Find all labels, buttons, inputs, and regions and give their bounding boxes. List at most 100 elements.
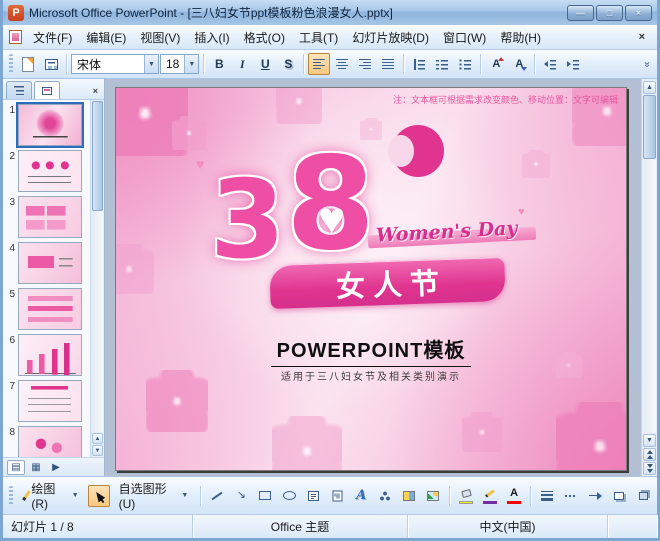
align-right-button[interactable]	[354, 53, 376, 75]
wordart-button[interactable]: A	[350, 485, 372, 507]
bullets-button[interactable]	[454, 53, 476, 75]
scroll-up-button[interactable]: ▲	[643, 81, 656, 94]
line-tool-button[interactable]	[206, 485, 228, 507]
fill-color-button[interactable]	[455, 485, 477, 507]
slide-layout-button[interactable]	[40, 53, 62, 75]
clipart-button[interactable]	[398, 485, 420, 507]
numbering-button[interactable]	[431, 53, 453, 75]
menu-view[interactable]: 视图(V)	[133, 26, 187, 49]
slide-thumbnail-1[interactable]: 1	[5, 102, 89, 148]
grow-font-button[interactable]: A	[485, 53, 507, 75]
slide-thumbnail-image[interactable]	[18, 334, 82, 376]
slide-thumbnail-image[interactable]	[18, 150, 82, 192]
slide-thumbnail-2[interactable]: 2	[5, 150, 89, 192]
slide-thumbnail-4[interactable]: 4	[5, 242, 89, 284]
underline-button[interactable]: U	[254, 53, 276, 75]
slide-thumbnail-image[interactable]	[18, 380, 82, 422]
menu-file[interactable]: 文件(F)	[26, 26, 79, 49]
autoshapes-menu-button[interactable]: 自选图形(U) ▼	[112, 477, 196, 514]
arrow-style-button[interactable]	[584, 485, 606, 507]
slide-thumbnail-image[interactable]	[16, 102, 84, 148]
oval-tool-button[interactable]	[278, 485, 300, 507]
new-slide-button[interactable]	[17, 53, 39, 75]
normal-view-button[interactable]: ▤	[7, 459, 25, 475]
maximize-button[interactable]: □	[596, 4, 623, 21]
dash-style-button[interactable]	[560, 485, 582, 507]
slide-title-textbox[interactable]: POWERPOINT模板	[116, 334, 626, 367]
title-bar[interactable]: P Microsoft Office PowerPoint - [三八妇女节pp…	[3, 0, 657, 25]
menu-format[interactable]: 格式(O)	[237, 26, 292, 49]
panel-scrollbar[interactable]: ▲ ▼	[90, 100, 104, 457]
close-document-icon[interactable]: ×	[631, 29, 653, 45]
slide-sorter-button[interactable]: ▦	[27, 460, 45, 475]
scroll-up-button[interactable]: ▲	[92, 433, 103, 444]
vertical-textbox-button[interactable]	[326, 485, 348, 507]
slide-note-textbox[interactable]: 注：文本框可根据需求改变颜色、移动位置：文字可编辑	[393, 93, 618, 106]
line-style-button[interactable]	[536, 485, 558, 507]
slide-thumbnail-image[interactable]	[18, 242, 82, 284]
minimize-button[interactable]: —	[567, 4, 594, 21]
increase-indent-button[interactable]	[562, 53, 584, 75]
slide-thumbnail-5[interactable]: 5	[5, 288, 89, 330]
menu-tools[interactable]: 工具(T)	[292, 26, 345, 49]
align-left-button[interactable]	[308, 53, 331, 75]
slide-thumbnail-7[interactable]: 7	[5, 380, 89, 422]
3d-style-button[interactable]	[632, 485, 654, 507]
align-center-button[interactable]	[331, 53, 353, 75]
toolbar-options-button[interactable]: »	[640, 53, 654, 75]
bold-button[interactable]: B	[208, 53, 230, 75]
rectangle-tool-button[interactable]	[254, 485, 276, 507]
insert-picture-button[interactable]	[422, 485, 444, 507]
toolbar-grip[interactable]	[9, 54, 13, 74]
diagram-button[interactable]	[374, 485, 396, 507]
slide-thumbnail-image[interactable]	[18, 288, 82, 330]
womens-day-logo[interactable]: ♥ 3 8 ♥ Women's Day ♥ 女人节	[196, 125, 540, 313]
panel-close-icon[interactable]: ×	[93, 86, 101, 99]
previous-slide-button[interactable]	[643, 448, 656, 461]
scroll-down-button[interactable]: ▼	[643, 434, 656, 447]
theme-indicator[interactable]: Office 主题	[193, 515, 408, 538]
chevron-down-icon[interactable]: ▼	[184, 55, 199, 73]
tab-slides[interactable]	[34, 81, 60, 99]
text-shadow-button[interactable]: S	[277, 53, 299, 75]
align-justify-button[interactable]	[377, 53, 399, 75]
line-color-button[interactable]	[479, 485, 501, 507]
textbox-tool-button[interactable]	[302, 485, 324, 507]
slide-thumbnail-6[interactable]: 6	[5, 334, 89, 376]
next-slide-button[interactable]	[643, 462, 656, 475]
menu-help[interactable]: 帮助(H)	[493, 26, 548, 49]
arrow-tool-button[interactable]: ↘	[230, 485, 252, 507]
scrollbar-thumb[interactable]	[643, 95, 656, 159]
decrease-indent-button[interactable]	[539, 53, 561, 75]
scrollbar-thumb[interactable]	[92, 101, 103, 211]
document-icon[interactable]	[9, 30, 22, 44]
toolbar-grip[interactable]	[9, 485, 13, 506]
slide-thumbnail-image[interactable]	[18, 196, 82, 238]
font-size-combo[interactable]: 18 ▼	[160, 54, 200, 74]
menu-window[interactable]: 窗口(W)	[436, 26, 493, 49]
font-name-combo[interactable]: 宋体 ▼	[71, 54, 159, 74]
slideshow-button[interactable]: ▶	[47, 460, 65, 475]
slide-thumbnail-8[interactable]: 8	[5, 426, 89, 457]
slide-canvas[interactable]: 注：文本框可根据需求改变颜色、移动位置：文字可编辑 ♥ 3 8 ♥ Women'…	[105, 79, 641, 476]
scroll-down-button[interactable]: ▼	[92, 445, 103, 456]
slide-thumbnail-image[interactable]	[18, 426, 82, 457]
main-scrollbar[interactable]: ▲ ▼	[641, 79, 657, 476]
scrollbar-track[interactable]	[92, 101, 103, 432]
chevron-down-icon[interactable]: ▼	[144, 55, 158, 73]
menu-slideshow[interactable]: 幻灯片放映(D)	[345, 26, 436, 49]
slide-thumbnail-3[interactable]: 3	[5, 196, 89, 238]
slide[interactable]: 注：文本框可根据需求改变颜色、移动位置：文字可编辑 ♥ 3 8 ♥ Women'…	[115, 87, 627, 471]
slide-subtitle-textbox[interactable]: 适用于三八妇女节及相关类别演示	[116, 368, 626, 383]
select-objects-button[interactable]	[87, 484, 110, 507]
italic-button[interactable]: I	[231, 53, 253, 75]
scrollbar-track[interactable]	[643, 95, 656, 432]
menu-insert[interactable]: 插入(I)	[187, 26, 236, 49]
language-indicator[interactable]: 中文(中国)	[408, 515, 608, 538]
shrink-font-button[interactable]: A	[508, 53, 530, 75]
font-color-button[interactable]: A	[503, 485, 525, 507]
tab-outline[interactable]	[6, 81, 32, 99]
close-button[interactable]: ×	[625, 4, 652, 21]
draw-menu-button[interactable]: 绘图(R) ▼	[18, 477, 86, 514]
menu-edit[interactable]: 编辑(E)	[79, 26, 133, 49]
